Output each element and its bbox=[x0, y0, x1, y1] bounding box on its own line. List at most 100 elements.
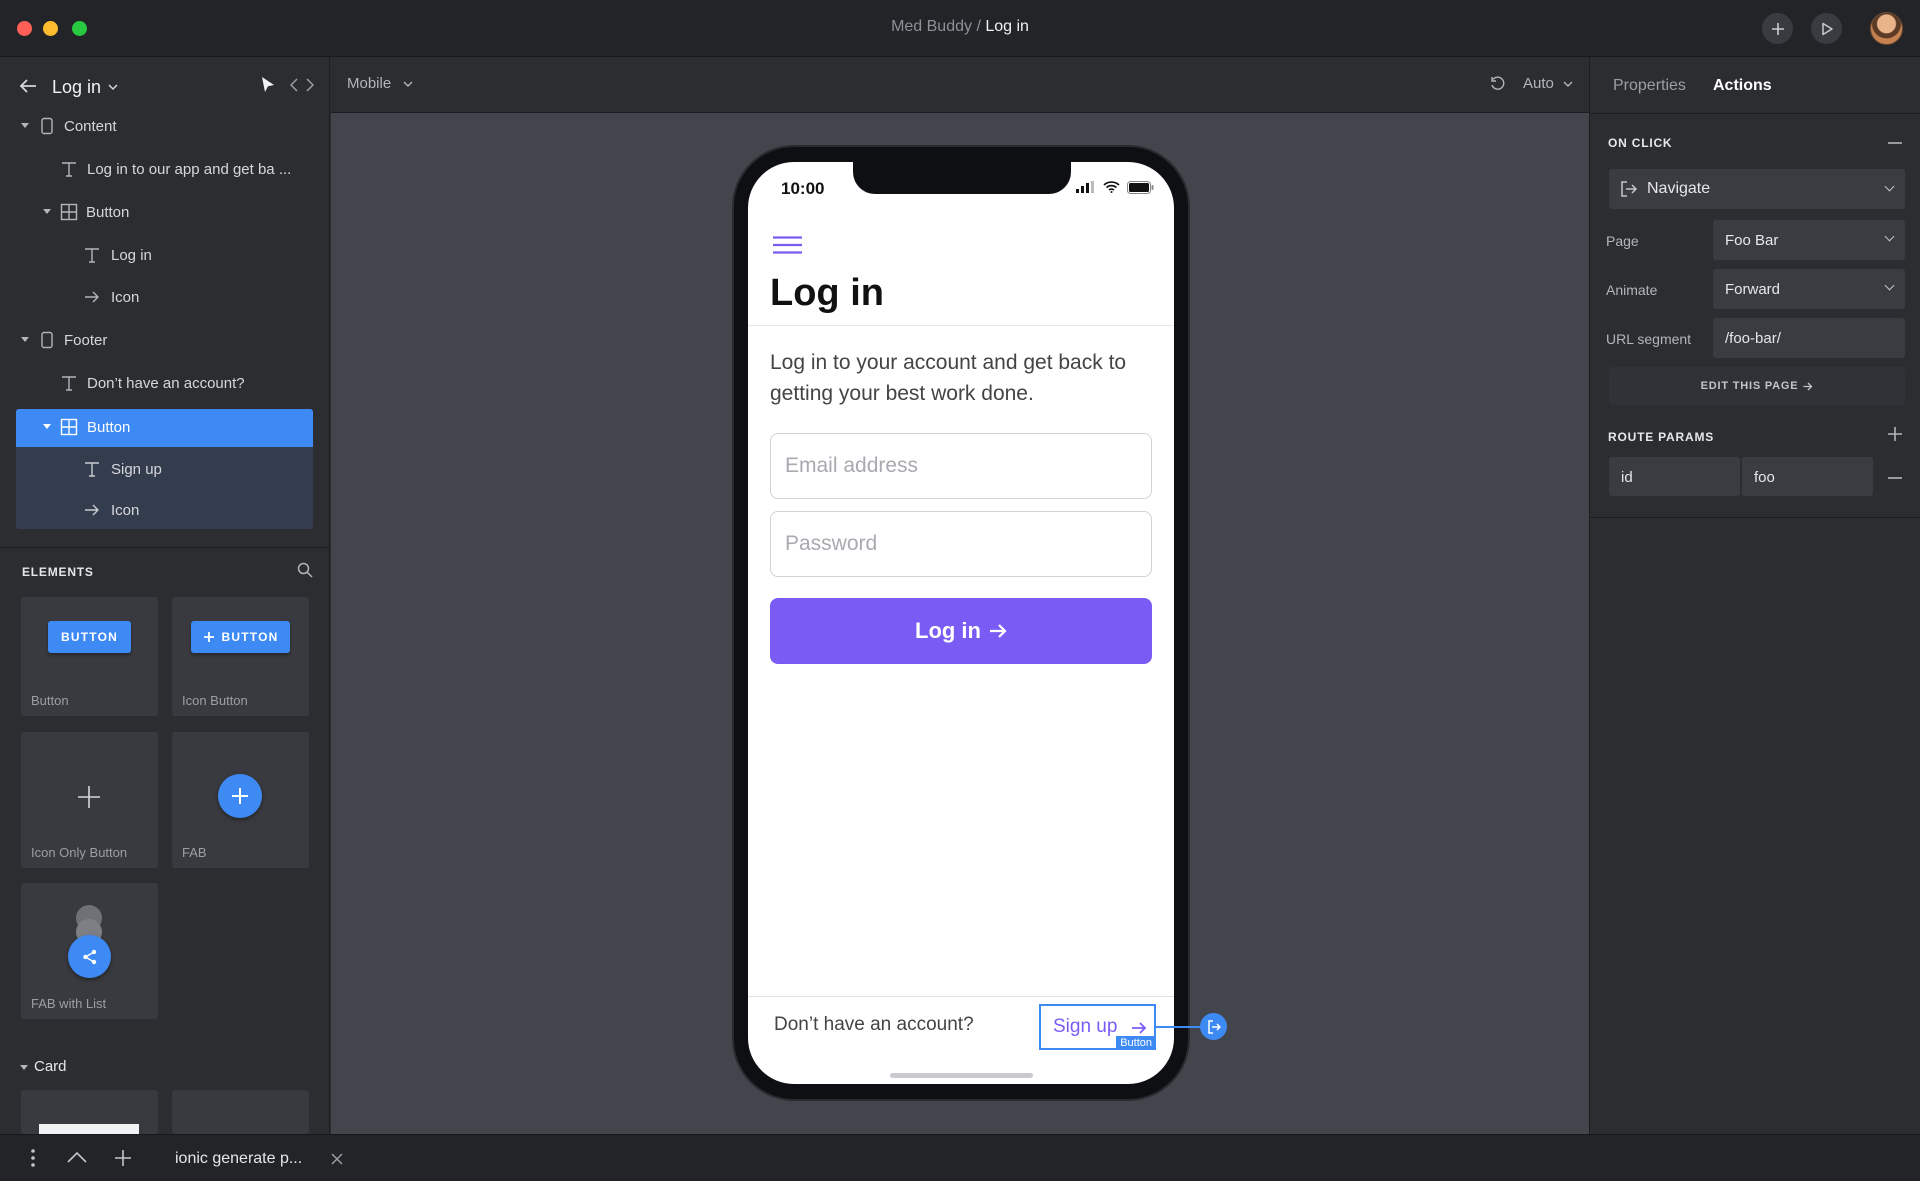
navigation-link-line bbox=[1156, 1026, 1201, 1028]
tree-item-login-text[interactable]: Log in bbox=[0, 237, 329, 275]
tree-item-signup-text[interactable]: Sign up bbox=[0, 451, 329, 489]
card-section-title[interactable]: Card bbox=[34, 1058, 67, 1075]
email-field[interactable]: Email address bbox=[770, 433, 1152, 499]
animate-select-value: Forward bbox=[1725, 281, 1781, 298]
battery-icon bbox=[1127, 181, 1154, 194]
plus-icon bbox=[232, 788, 248, 804]
param-value-input[interactable]: foo bbox=[1742, 457, 1873, 496]
element-tile-card[interactable] bbox=[172, 1090, 309, 1134]
chevron-up-icon[interactable] bbox=[67, 1152, 87, 1163]
search-icon[interactable] bbox=[297, 562, 313, 578]
grid-icon bbox=[60, 203, 78, 221]
password-field[interactable]: Password bbox=[770, 511, 1152, 577]
caret-down-icon[interactable] bbox=[43, 424, 51, 429]
minus-icon[interactable] bbox=[1888, 142, 1902, 144]
text-icon bbox=[62, 162, 76, 177]
element-tile-fab-with-list[interactable]: FAB with List bbox=[21, 883, 158, 1019]
tile-caption: Icon Only Button bbox=[31, 845, 128, 860]
login-button[interactable]: Log in bbox=[770, 598, 1152, 664]
caret-down-icon[interactable] bbox=[20, 1065, 28, 1070]
plus-icon bbox=[203, 632, 214, 642]
card-preview bbox=[39, 1124, 139, 1134]
right-panel: Properties Actions ON CLICK Navigate Pag… bbox=[1589, 57, 1920, 1134]
status-time: 10:00 bbox=[781, 179, 825, 198]
cursor-select-icon[interactable] bbox=[260, 76, 276, 94]
rotate-icon[interactable] bbox=[1490, 76, 1506, 92]
password-placeholder: Password bbox=[785, 532, 878, 555]
tree-item-description-text[interactable]: Log in to our app and get ba ... bbox=[0, 151, 329, 189]
signup-button[interactable]: Sign up Button bbox=[1039, 1004, 1156, 1050]
action-select[interactable]: Navigate bbox=[1609, 169, 1905, 209]
project-name: Med Buddy bbox=[891, 18, 972, 35]
tree-item-label: Icon bbox=[111, 502, 140, 519]
tree-item-signup-button[interactable]: Button bbox=[0, 409, 329, 447]
add-button[interactable] bbox=[1762, 13, 1793, 44]
caret-down-icon[interactable] bbox=[21, 337, 29, 342]
element-tile-icon-only-button[interactable]: Icon Only Button bbox=[21, 732, 158, 868]
edit-page-button[interactable]: EDIT THIS PAGE bbox=[1609, 367, 1905, 405]
tree-item-signup-icon[interactable]: Icon bbox=[0, 492, 329, 530]
element-tile-button[interactable]: BUTTON Button bbox=[21, 597, 158, 716]
text-icon bbox=[62, 376, 76, 391]
route-params-heading: ROUTE PARAMS bbox=[1608, 430, 1715, 444]
share-icon bbox=[82, 949, 96, 964]
params-divider bbox=[1590, 517, 1920, 518]
tree-item-login-button[interactable]: Button bbox=[0, 194, 329, 232]
close-icon[interactable] bbox=[331, 1153, 343, 1165]
tab-properties[interactable]: Properties bbox=[1613, 77, 1686, 95]
home-indicator bbox=[890, 1073, 1033, 1078]
tabs-divider bbox=[1590, 113, 1920, 114]
navigation-action-handle[interactable] bbox=[1200, 1013, 1227, 1040]
tree-item-login-icon[interactable]: Icon bbox=[0, 279, 329, 317]
chevron-down-icon[interactable] bbox=[1563, 81, 1573, 88]
canvas-toolbar: Mobile Auto bbox=[331, 57, 1589, 113]
element-tile-card[interactable] bbox=[21, 1090, 158, 1134]
wifi-icon bbox=[1103, 181, 1120, 193]
tile-caption: Button bbox=[31, 693, 69, 708]
param-key-value: id bbox=[1621, 469, 1633, 486]
page-select[interactable]: Foo Bar bbox=[1713, 220, 1905, 260]
title-separator: / bbox=[972, 18, 986, 35]
footer-text: Don’t have an account? bbox=[774, 1014, 974, 1035]
animate-select[interactable]: Forward bbox=[1713, 269, 1905, 309]
code-view-icon[interactable] bbox=[290, 78, 314, 92]
element-tile-icon-button[interactable]: BUTTON Icon Button bbox=[172, 597, 309, 716]
param-key-input[interactable]: id bbox=[1609, 457, 1740, 496]
caret-down-icon[interactable] bbox=[21, 123, 29, 128]
more-vertical-icon[interactable] bbox=[31, 1149, 35, 1167]
tree-item-label: Footer bbox=[64, 332, 108, 349]
menu-icon[interactable] bbox=[773, 236, 802, 254]
chevron-down-icon[interactable] bbox=[108, 84, 118, 91]
icon-button-preview-label: BUTTON bbox=[221, 630, 279, 644]
exit-icon bbox=[1207, 1019, 1221, 1034]
plus-icon[interactable] bbox=[115, 1150, 131, 1166]
animate-label: Animate bbox=[1606, 282, 1658, 298]
tree-item-content[interactable]: Content bbox=[0, 108, 329, 146]
bottom-bar: ionic generate p... bbox=[0, 1134, 1920, 1181]
title-bar: Med Buddy / Log in bbox=[0, 0, 1920, 57]
run-preview-button[interactable] bbox=[1811, 13, 1842, 44]
text-icon bbox=[85, 248, 99, 263]
element-tile-fab[interactable]: FAB bbox=[172, 732, 309, 868]
url-segment-value: /foo-bar/ bbox=[1725, 330, 1781, 347]
zoom-select[interactable]: Auto bbox=[1523, 75, 1554, 92]
footer-divider bbox=[748, 996, 1174, 997]
phone-notch bbox=[853, 160, 1071, 194]
device-select[interactable]: Mobile bbox=[347, 75, 391, 92]
user-avatar[interactable] bbox=[1870, 12, 1903, 45]
tree-item-label: Button bbox=[86, 204, 130, 221]
tree-item-footer[interactable]: Footer bbox=[0, 322, 329, 360]
plus-icon bbox=[78, 786, 100, 808]
caret-down-icon[interactable] bbox=[43, 209, 51, 214]
plus-icon[interactable] bbox=[1888, 427, 1902, 441]
param-value-value: foo bbox=[1754, 469, 1775, 486]
page-title[interactable]: Log in bbox=[52, 77, 101, 98]
chevron-down-icon[interactable] bbox=[403, 81, 413, 88]
url-segment-input[interactable]: /foo-bar/ bbox=[1713, 318, 1905, 358]
tree-item-footer-text[interactable]: Don’t have an account? bbox=[0, 365, 329, 403]
back-arrow-icon[interactable] bbox=[19, 78, 37, 94]
tab-actions[interactable]: Actions bbox=[1713, 77, 1772, 95]
email-placeholder: Email address bbox=[785, 454, 919, 477]
terminal-tab[interactable]: ionic generate p... bbox=[175, 1150, 302, 1168]
minus-icon[interactable] bbox=[1888, 477, 1902, 479]
